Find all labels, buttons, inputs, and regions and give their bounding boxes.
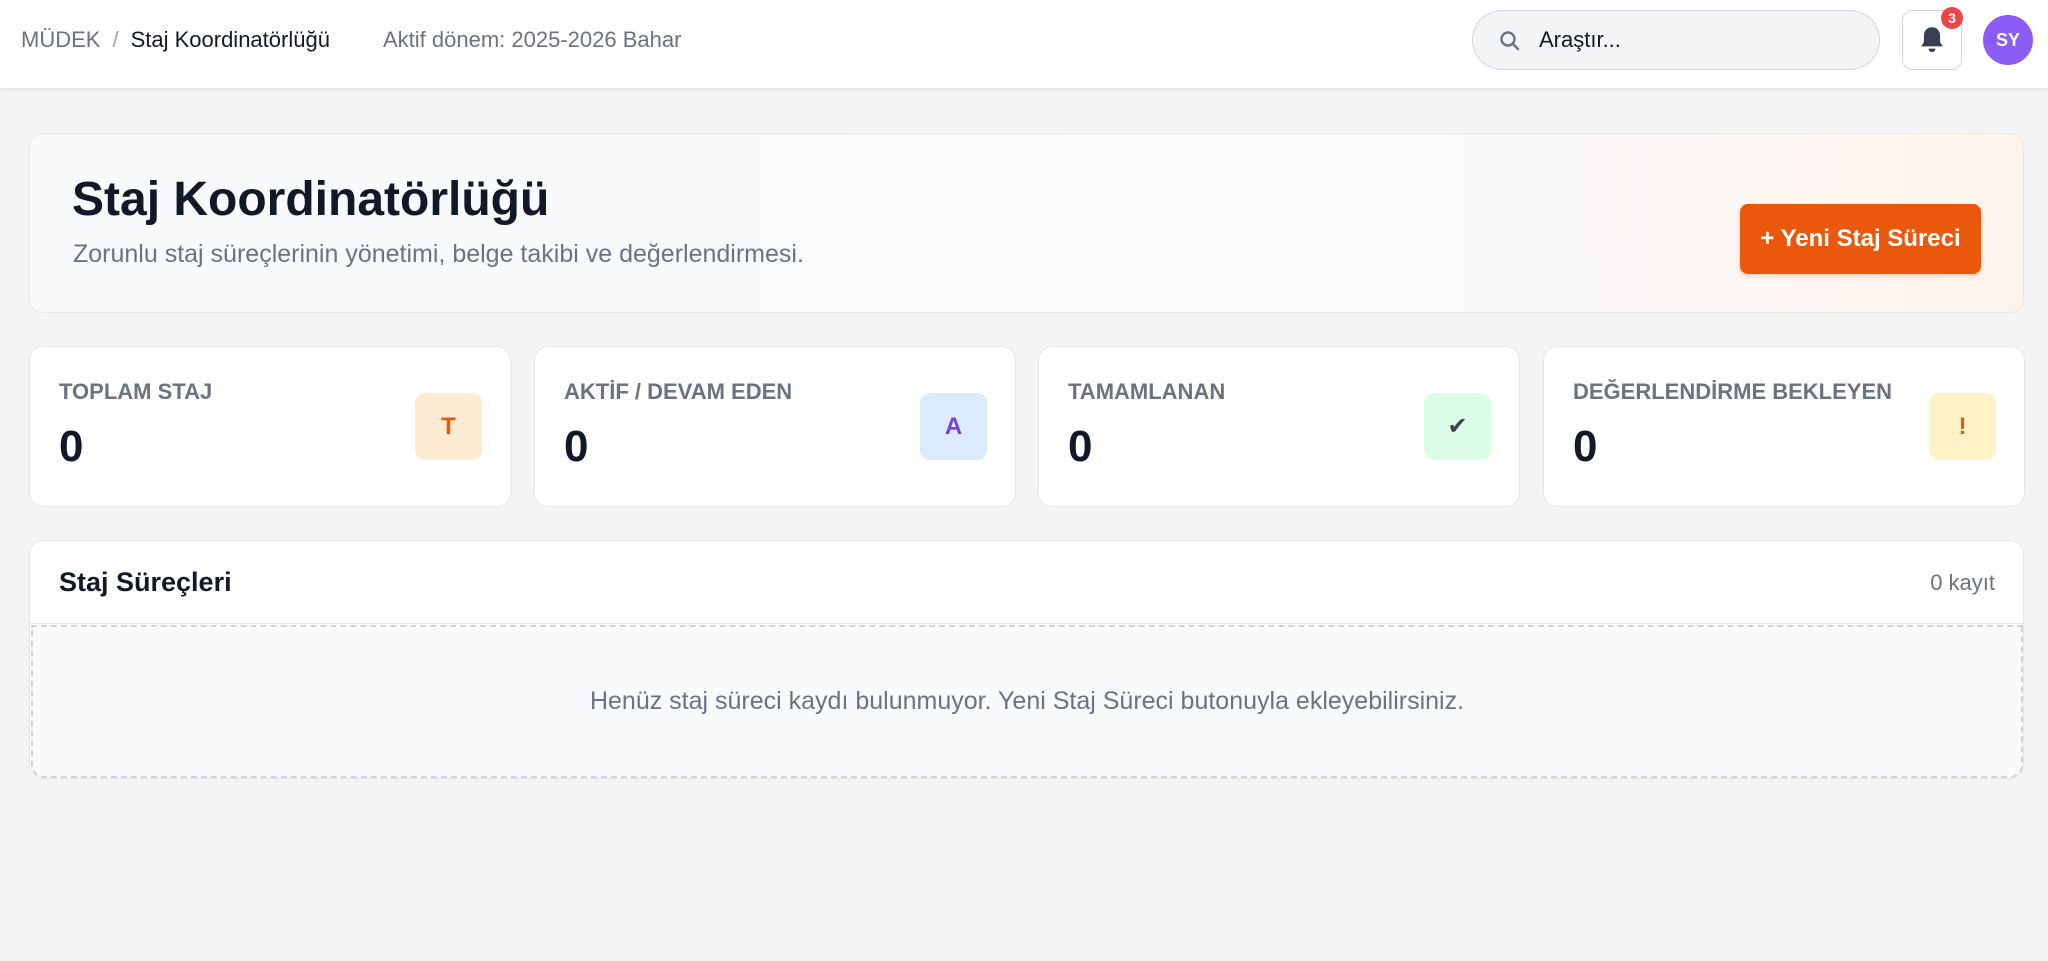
stat-value: 0 [1068, 422, 1093, 471]
notification-count-badge: 3 [1941, 7, 1963, 29]
active-term-label: Aktif dönem: 2025-2026 Bahar [383, 27, 682, 52]
stat-value: 0 [59, 422, 84, 471]
record-count: 0 kayıt [1930, 570, 1995, 595]
stat-value: 0 [564, 422, 589, 471]
user-avatar[interactable]: SY [1983, 15, 2033, 65]
check-icon: ✔ [1424, 393, 1491, 460]
breadcrumb-separator: / [112, 27, 119, 52]
breadcrumb: MÜDEK / Staj Koordinatörlüğü [21, 26, 330, 54]
stat-card-pending-evaluation: DEĞERLENDİRME BEKLEYEN 0 ! [1543, 346, 2025, 507]
empty-state-message: Henüz staj süreci kaydı bulunmuyor. Yeni… [31, 625, 2023, 778]
stat-value: 0 [1573, 422, 1598, 471]
stat-card-active: AKTİF / DEVAM EDEN 0 A [534, 346, 1016, 507]
bell-icon [1921, 27, 1943, 53]
new-internship-button[interactable]: + Yeni Staj Süreci [1740, 204, 1981, 274]
stat-card-total: TOPLAM STAJ 0 T [29, 346, 511, 507]
breadcrumb-current: Staj Koordinatörlüğü [130, 27, 330, 52]
total-icon: T [415, 393, 482, 460]
breadcrumb-root-link[interactable]: MÜDEK [21, 27, 100, 53]
page-subtitle: Zorunlu staj süreçlerinin yönetimi, belg… [73, 240, 804, 268]
search-box[interactable] [1472, 10, 1880, 70]
stat-label: TAMAMLANAN [1068, 379, 1226, 404]
stat-label: AKTİF / DEVAM EDEN [564, 379, 793, 404]
panel-title: Staj Süreçleri [59, 567, 232, 597]
stat-label: DEĞERLENDİRME BEKLEYEN [1573, 379, 1893, 404]
active-icon: A [920, 393, 987, 460]
internship-processes-panel: Staj Süreçleri 0 kayıt Henüz staj süreci… [29, 540, 2024, 779]
panel-header: Staj Süreçleri 0 kayıt [30, 541, 2023, 624]
stat-card-completed: TAMAMLANAN 0 ✔ [1038, 346, 1520, 507]
warning-icon: ! [1929, 393, 1996, 460]
top-bar: MÜDEK / Staj Koordinatörlüğü Aktif dönem… [0, 0, 2048, 89]
page-title: Staj Koordinatörlüğü [72, 173, 550, 226]
stat-label: TOPLAM STAJ [59, 379, 213, 404]
search-input[interactable] [1539, 11, 1859, 69]
search-icon [1500, 31, 1520, 51]
page-header-card: Staj Koordinatörlüğü Zorunlu staj süreçl… [29, 133, 2024, 313]
